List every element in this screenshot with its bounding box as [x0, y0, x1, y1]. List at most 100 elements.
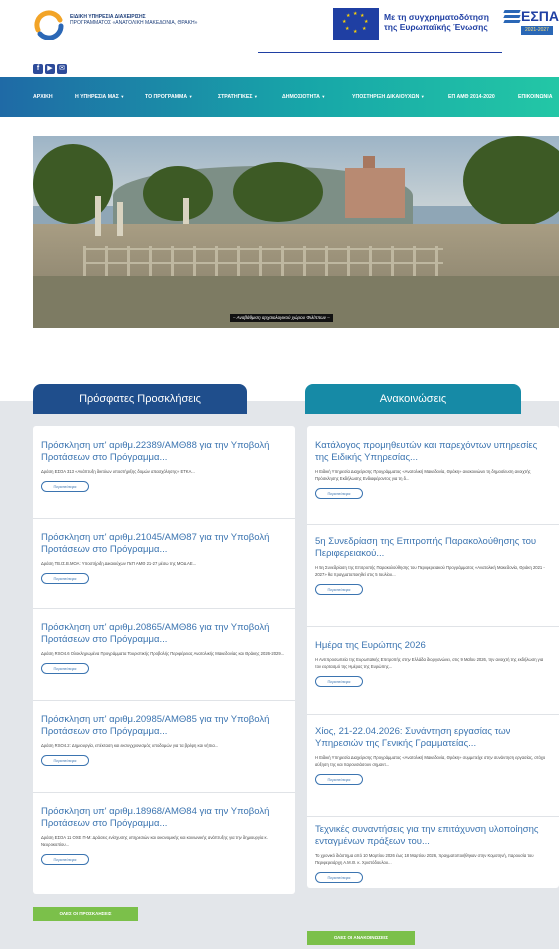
- org-name: ΕΙΔΙΚΗ ΥΠΗΡΕΣΙΑ ΔΙΑΧΕΙΡΙΣΗΣ ΠΡΟΓΡΑΜΜΑΤΟΣ…: [70, 14, 220, 26]
- call-title[interactable]: Πρόσκληση υπ' αριθμ.20865/ΑΜΘ86 για την …: [41, 622, 285, 646]
- hero-tree: [33, 144, 113, 224]
- item-divider: [33, 608, 295, 609]
- announcements-card: Κατάλογος προμηθευτών και παρεχόντων υπη…: [307, 426, 559, 888]
- announcement-description: Η 5η Συνεδρίαση της Επιτροπής Παρακολούθ…: [315, 565, 545, 577]
- announcement-title[interactable]: Τεχνικές συναντήσεις για την επιτάχυνση …: [315, 824, 549, 848]
- item-divider: [307, 816, 559, 817]
- read-more-button[interactable]: Περισσότερα: [41, 663, 89, 674]
- hero-tree: [233, 162, 323, 222]
- call-item: Πρόσκληση υπ' αριθμ.18968/ΑΜΘ84 για την …: [41, 806, 285, 866]
- announcement-description: Η Ειδική Υπηρεσία Διαχείρισης Προγράμματ…: [315, 755, 546, 767]
- recent-calls-card: Πρόσκληση υπ' αριθμ.22389/ΑΜΘ88 για την …: [33, 426, 295, 894]
- read-more-button[interactable]: Περισσότερα: [315, 676, 363, 687]
- nav-label: ΥΠΟΣΤΗΡΙΞΗ ΔΙΚΑΙΟΥΧΩΝ: [352, 94, 420, 100]
- hero-column: [183, 198, 189, 224]
- hero-tree: [463, 136, 559, 226]
- eu-flag-icon: ★ ★ ★ ★ ★ ★ ★ ★: [333, 8, 379, 40]
- chevron-down-icon: ▼: [321, 94, 326, 99]
- read-more-button[interactable]: Περισσότερα: [315, 872, 363, 883]
- facebook-icon[interactable]: f: [33, 64, 43, 74]
- announcement-description: Η Αντιπροσωπεία της Ευρωπαϊκής Επιτροπής…: [315, 657, 544, 669]
- announcement-description: Το χρονικό διάστημα από 10 Μαρτίου 2026 …: [315, 853, 534, 865]
- youtube-icon[interactable]: ▶: [45, 64, 55, 74]
- hero-column: [95, 196, 101, 236]
- nav-label: ΑΡΧΙΚΗ: [33, 94, 53, 100]
- espa-years-badge: 2021-2027: [521, 26, 553, 35]
- main-navigation: ΑΡΧΙΚΗ Η ΥΠΗΡΕΣΙΑ ΜΑΣ ▼ ΤΟ ΠΡΟΓΡΑΜΜΑ ▼ Σ…: [0, 77, 559, 117]
- site-header: ΕΙΔΙΚΗ ΥΠΗΡΕΣΙΑ ΔΙΑΧΕΙΡΙΣΗΣ ΠΡΟΓΡΑΜΜΑΤΟΣ…: [0, 0, 559, 58]
- call-title[interactable]: Πρόσκληση υπ' αριθμ.18968/ΑΜΘ84 για την …: [41, 806, 285, 830]
- announcement-item: Τεχνικές συναντήσεις για την επιτάχυνση …: [315, 824, 549, 884]
- read-more-button[interactable]: Περισσότερα: [315, 584, 363, 595]
- announcement-item: Κατάλογος προμηθευτών και παρεχόντων υπη…: [315, 440, 549, 500]
- announcement-title[interactable]: Χίος, 21-22.04.2026: Συνάντηση εργασίας …: [315, 726, 549, 750]
- chevron-down-icon: ▼: [420, 94, 425, 99]
- hero-caption: – Αναβάθμιση αρχαιολογικού χώρου Φιλίππω…: [230, 314, 333, 322]
- read-more-button[interactable]: Περισσότερα: [41, 573, 89, 584]
- item-divider: [33, 792, 295, 793]
- announcement-description: Η Ειδική Υπηρεσία Διαχείρισης Προγράμματ…: [315, 469, 531, 481]
- announcements-heading: Ανακοινώσεις: [305, 384, 521, 414]
- hero-image: – Αναβάθμιση αρχαιολογικού χώρου Φιλίππω…: [33, 136, 559, 328]
- nav-item-beneficiary-support[interactable]: ΥΠΟΣΤΗΡΙΞΗ ΔΙΚΑΙΟΥΧΩΝ ▼: [352, 77, 425, 117]
- announcement-title[interactable]: 5η Συνεδρίαση της Επιτροπής Παρακολούθησ…: [315, 536, 549, 560]
- nav-label: ΕΠ ΑΜΘ 2014-2020: [448, 94, 495, 100]
- item-divider: [307, 524, 559, 525]
- announcement-item: 5η Συνεδρίαση της Επιτροπής Παρακολούθησ…: [315, 536, 549, 596]
- call-item: Πρόσκληση υπ' αριθμ.22389/ΑΜΘ88 για την …: [41, 440, 285, 493]
- nav-item-contact[interactable]: ΕΠΙΚΟΙΝΩΝΙΑ: [518, 77, 552, 117]
- hero-church: [345, 168, 405, 218]
- item-divider: [307, 714, 559, 715]
- call-description: Δράση ΕΣΟΑ 313 «Ανάπτυξη δικτύων υποστήρ…: [41, 469, 195, 474]
- call-item: Πρόσκληση υπ' αριθμ.20985/ΑΜΘ85 για την …: [41, 714, 285, 767]
- call-item: Πρόσκληση υπ' αριθμ.21045/ΑΜΘ87 για την …: [41, 532, 285, 585]
- call-item: Πρόσκληση υπ' αριθμ.20865/ΑΜΘ86 για την …: [41, 622, 285, 675]
- read-more-button[interactable]: Περισσότερα: [41, 481, 89, 492]
- nav-item-ep-amth-2014-2020[interactable]: ΕΠ ΑΜΘ 2014-2020: [448, 77, 495, 117]
- announcement-title[interactable]: Κατάλογος προμηθευτών και παρεχόντων υπη…: [315, 440, 549, 464]
- read-more-button[interactable]: Περισσότερα: [41, 854, 89, 865]
- read-more-button[interactable]: Περισσότερα: [315, 488, 363, 499]
- espa-wordmark: ΕΣΠΑ: [521, 8, 559, 24]
- all-announcements-button[interactable]: ΟΛΕΣ ΟΙ ΑΝΑΚΟΙΝΩΣΕΙΣ: [307, 931, 415, 945]
- nav-label: Η ΥΠΗΡΕΣΙΑ ΜΑΣ: [75, 94, 119, 100]
- espa-stripes-icon: [503, 10, 521, 24]
- org-name-line2: ΠΡΟΓΡΑΜΜΑΤΟΣ «ΑΝΑΤΟΛΙΚΗ ΜΑΚΕΔΟΝΙΑ, ΘΡΑΚΗ…: [70, 20, 198, 26]
- nav-item-home[interactable]: ΑΡΧΙΚΗ: [33, 77, 53, 117]
- nav-label: ΤΟ ΠΡΟΓΡΑΜΜΑ: [145, 94, 188, 100]
- nav-label: ΕΠΙΚΟΙΝΩΝΙΑ: [518, 94, 553, 100]
- chevron-down-icon: ▼: [120, 94, 125, 99]
- email-icon[interactable]: ✉: [57, 64, 67, 74]
- nav-label: ΣΤΡΑΤΗΓΙΚΕΣ: [218, 94, 253, 100]
- item-divider: [307, 626, 559, 627]
- espa-logo[interactable]: ΕΣΠΑ 2021-2027: [503, 8, 559, 40]
- hero-column: [117, 202, 123, 236]
- chevron-down-icon: ▼: [253, 94, 258, 99]
- item-divider: [33, 700, 295, 701]
- nav-label: ΔΗΜΟΣΙΟΤΗΤΑ: [282, 94, 320, 100]
- read-more-button[interactable]: Περισσότερα: [315, 774, 363, 785]
- nav-item-program[interactable]: ΤΟ ΠΡΟΓΡΑΜΜΑ ▼: [145, 77, 193, 117]
- call-title[interactable]: Πρόσκληση υπ' αριθμ.20985/ΑΜΘ85 για την …: [41, 714, 285, 738]
- nav-item-service[interactable]: Η ΥΠΗΡΕΣΙΑ ΜΑΣ ▼: [75, 77, 124, 117]
- recent-calls-heading: Πρόσφατες Προσκλήσεις: [33, 384, 247, 414]
- nav-item-publicity[interactable]: ΔΗΜΟΣΙΟΤΗΤΑ ▼: [282, 77, 325, 117]
- announcement-item: Ημέρα της Ευρώπης 2026 Η Αντιπροσωπεία τ…: [315, 640, 549, 688]
- eu-cofunding-text: Με τη συγχρηματοδότηση της Ευρωπαϊκής Έν…: [384, 12, 489, 32]
- hero-tree: [143, 166, 213, 221]
- call-description: Δράση ΤΒ.ΙΣ.Β.ΜΟΑ: Υποστήριξη Δικαιούχων…: [41, 561, 197, 566]
- item-divider: [33, 518, 295, 519]
- read-more-button[interactable]: Περισσότερα: [41, 755, 89, 766]
- announcement-title[interactable]: Ημέρα της Ευρώπης 2026: [315, 640, 549, 652]
- org-logo-icon[interactable]: [34, 10, 64, 40]
- chevron-down-icon: ▼: [188, 94, 193, 99]
- nav-item-strategies[interactable]: ΣΤΡΑΤΗΓΙΚΕΣ ▼: [218, 77, 258, 117]
- header-divider: [258, 52, 502, 53]
- call-title[interactable]: Πρόσκληση υπ' αριθμ.21045/ΑΜΘ87 για την …: [41, 532, 285, 556]
- call-description: Δράση ΕΣΟΑ 11 ΟΧΕ Π-Μ: Δράσεις ενίσχυσης…: [41, 835, 268, 847]
- social-links: f ▶ ✉: [33, 64, 67, 74]
- all-calls-button[interactable]: ΟΛΕΣ ΟΙ ΠΡΟΣΚΛΗΣΕΙΣ: [33, 907, 138, 921]
- call-title[interactable]: Πρόσκληση υπ' αριθμ.22389/ΑΜΘ88 για την …: [41, 440, 285, 464]
- announcement-item: Χίος, 21-22.04.2026: Συνάντηση εργασίας …: [315, 726, 549, 786]
- call-description: Δράση RSO4.6 Ολοκληρωμένα Προγράμματα Το…: [41, 651, 285, 656]
